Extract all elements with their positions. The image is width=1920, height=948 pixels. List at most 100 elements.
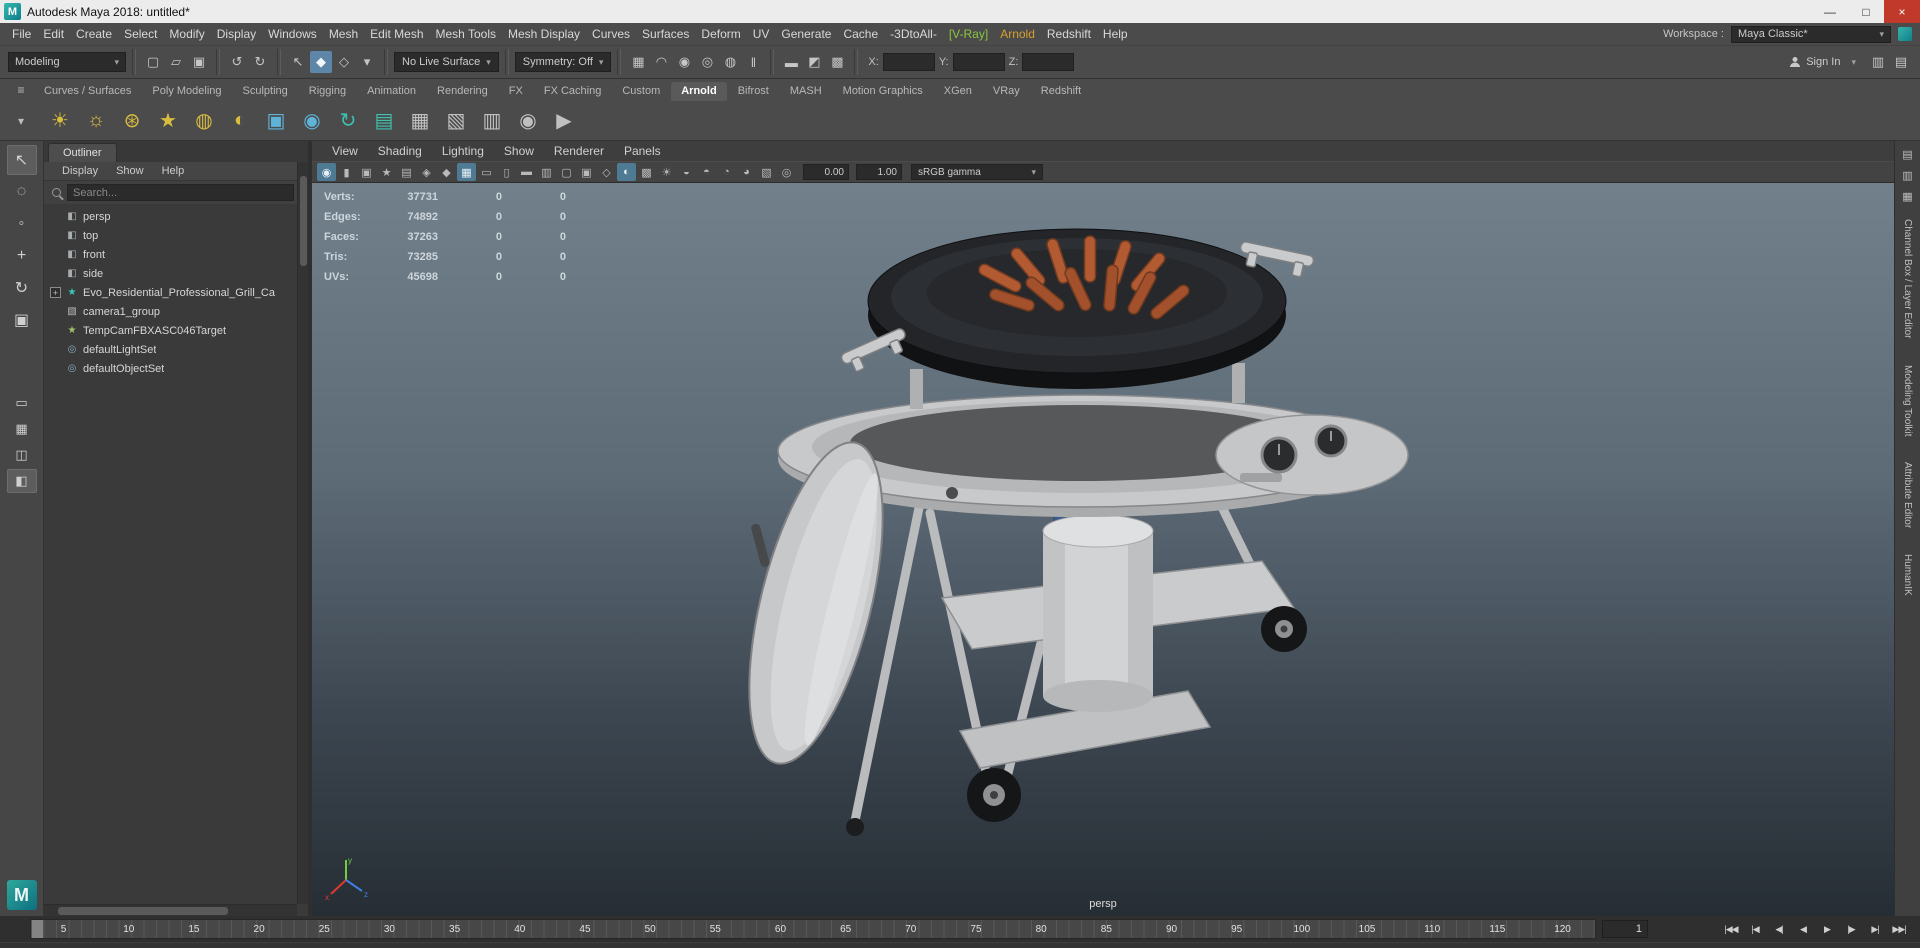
render-settings-icon[interactable]: ▩ [826,51,848,73]
select-by-object-icon[interactable]: ◆ [310,51,332,73]
expand-toggle[interactable] [50,268,61,279]
safe-title-icon[interactable]: ▣ [577,163,596,181]
shaded-icon[interactable]: ◐ [617,163,636,181]
tx-manager-icon[interactable]: ▦ [404,105,436,137]
gamma-input[interactable] [856,164,902,180]
outliner-persp-layout-button[interactable]: ◧ [6,469,37,493]
menu-item[interactable]: Edit Mesh [364,23,429,45]
step-back-key-button[interactable]: |◀ [1744,920,1766,938]
outliner-item[interactable]: ◧ front [48,245,308,264]
shelf-tab[interactable]: XGen [934,82,982,101]
menu-item[interactable]: Curves [586,23,636,45]
arnold-flush-cache-icon[interactable]: ↻ [332,105,364,137]
grill-3d-model[interactable] [312,183,1894,916]
safe-action-icon[interactable]: ▢ [557,163,576,181]
pause-icon[interactable]: ‖ [742,51,764,73]
outliner-tab[interactable]: Outliner [48,143,117,162]
shelf-tab[interactable]: Rendering [427,82,498,101]
shelf-tab[interactable]: FX Caching [534,82,611,101]
move-tool[interactable]: + [7,241,37,271]
attribute-editor-toggle-icon[interactable]: ▤ [1899,145,1917,163]
shelf-tab[interactable]: Animation [357,82,426,101]
viewport-canvas[interactable]: Verts: 37731 0 0 Edges: 74892 0 0 Faces:… [312,183,1894,916]
shelf-tab[interactable]: Custom [612,82,670,101]
step-forward-frame-button[interactable]: |▶ [1840,920,1862,938]
rotate-tool[interactable]: ↻ [7,273,37,303]
x-input[interactable] [882,53,935,71]
shelf-overflow-icon[interactable]: ▾ [8,114,34,128]
arnold-area-light-icon[interactable]: ☀ [44,105,76,137]
viewport-menu-item[interactable]: Lighting [432,144,494,158]
open-scene-icon[interactable]: ▱ [165,51,187,73]
grease-pencil-icon[interactable]: ◆ [437,163,456,181]
lock-camera-icon[interactable]: ▮ [337,163,356,181]
motion-blur-icon[interactable]: ◔ [717,163,736,181]
shelf-tab[interactable]: Motion Graphics [833,82,933,101]
menu-item[interactable]: Mesh Tools [430,23,502,45]
wireframe-icon[interactable]: ◇ [597,163,616,181]
menu-item[interactable]: Edit [37,23,70,45]
anti-alias-icon[interactable]: ◕ [737,163,756,181]
menu-item[interactable]: Modify [163,23,210,45]
whats-new-highlight-icon[interactable]: ▥ [1867,51,1889,73]
tool-settings-toggle-icon[interactable]: ▥ [1899,166,1917,184]
make-live-icon[interactable]: ◍ [719,51,741,73]
lasso-select-tool[interactable]: ◌ [7,177,37,207]
renderer-select-icon[interactable]: ◉ [317,163,336,181]
outliner-vertical-scrollbar[interactable] [297,162,308,904]
viewport-menu-item[interactable]: Panels [614,144,671,158]
minimize-button[interactable]: — [1812,0,1848,23]
shelf-tab[interactable]: Poly Modeling [142,82,231,101]
play-forwards-button[interactable]: ▶ [1816,920,1838,938]
step-forward-key-button[interactable]: ▶| [1864,920,1886,938]
expand-toggle[interactable] [50,325,61,336]
menu-item[interactable]: Display [211,23,262,45]
render-frame-icon[interactable]: ▬ [780,51,802,73]
shelf-tab[interactable]: VRay [983,82,1030,101]
expand-toggle[interactable] [50,211,61,222]
screenshot-help-icon[interactable]: ▤ [1890,51,1912,73]
go-to-end-button[interactable]: ▶▶| [1888,920,1910,938]
sidebar-tab[interactable]: Modeling Toolkit [1902,365,1913,437]
viewport-menu-item[interactable]: View [322,144,368,158]
ambient-occlusion-icon[interactable]: ◓ [697,163,716,181]
scrollbar-thumb[interactable] [58,907,228,915]
viewport-menu-item[interactable]: Renderer [544,144,614,158]
image-plane-icon[interactable]: ▤ [397,163,416,181]
light-manager-icon[interactable]: ▥ [476,105,508,137]
selection-mask-menu-icon[interactable]: ▾ [356,51,378,73]
menu-item[interactable]: [V-Ray] [943,23,994,45]
textured-icon[interactable]: ▩ [637,163,656,181]
expand-toggle[interactable] [50,306,61,317]
symmetry-dropdown[interactable]: Symmetry: Off [514,52,612,72]
menu-item[interactable]: UV [747,23,776,45]
menu-item[interactable]: Redshift [1041,23,1097,45]
undo-icon[interactable]: ↺ [226,51,248,73]
save-scene-icon[interactable]: ▣ [188,51,210,73]
scale-tool[interactable]: ▣ [7,305,37,335]
outliner-item[interactable]: ◎ defaultLightSet [48,340,308,359]
outliner-search-input[interactable] [67,184,294,201]
single-pane-layout-button[interactable]: ▭ [7,391,37,415]
gate-mask-icon[interactable]: ▬ [517,163,536,181]
paint-select-tool[interactable]: ◦ [7,209,37,239]
timeline-strip[interactable]: 5 10 15 20 25 30 35 40 45 50 55 60 65 70 75 80 85 90 95 100… [30,919,1596,939]
arnold-sphere-icon[interactable]: ◉ [296,105,328,137]
arnold-render-icon[interactable]: ◉ [512,105,544,137]
shelf-tab[interactable]: FX [499,82,533,101]
outliner-item[interactable]: ★ TempCamFBXASC046Target [48,321,308,340]
arnold-volume-icon[interactable]: ▤ [368,105,400,137]
go-to-start-button[interactable]: |◀◀ [1720,920,1742,938]
select-tool[interactable]: ↖ [6,145,37,175]
shelf-tab[interactable]: Bifrost [728,82,779,101]
viewport-menu-item[interactable]: Shading [368,144,432,158]
outliner-item[interactable]: ◧ top [48,226,308,245]
arnold-standin-icon[interactable]: ▣ [260,105,292,137]
menu-item[interactable]: Generate [775,23,837,45]
four-pane-layout-button[interactable]: ▦ [7,417,37,441]
grid-toggle-icon[interactable]: ▦ [457,163,476,181]
play-backwards-button[interactable]: ◀ [1792,920,1814,938]
snap-to-grids-icon[interactable]: ▦ [627,51,649,73]
resolution-gate-icon[interactable]: ▯ [497,163,516,181]
close-button[interactable]: × [1884,0,1920,23]
